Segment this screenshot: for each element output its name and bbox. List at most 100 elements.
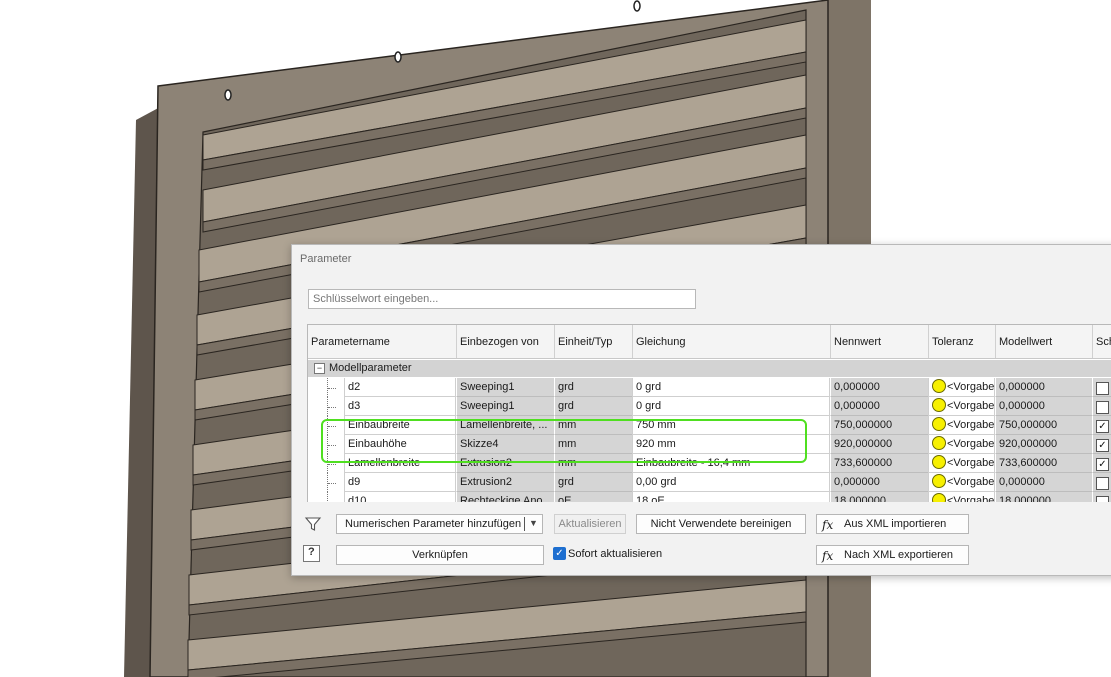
equation-cell[interactable]: 0 grd: [632, 397, 830, 416]
immediate-update-checkbox[interactable]: ✓: [553, 547, 566, 560]
model-cell: 0,000000: [995, 473, 1092, 492]
used-by-cell: Extrusion2: [456, 473, 554, 492]
nominal-cell: 0,000000: [830, 473, 928, 492]
column-header-unit[interactable]: Einheit/Typ: [554, 325, 632, 358]
nominal-cell: 750,000000: [830, 416, 928, 435]
tolerance-cell[interactable]: <Vorgabe: [928, 435, 995, 454]
export-checkbox[interactable]: ✓: [1096, 439, 1109, 452]
tree-branch: [328, 388, 336, 389]
nominal-cell: 0,000000: [830, 378, 928, 397]
add-numeric-parameter-label: Numerischen Parameter hinzufügen: [345, 518, 522, 530]
table-row[interactable]: d10 Rechteckige Ano... oE 18 oE 18,000000 <Vo…: [308, 492, 1111, 502]
tolerance-value: <Vorgabe: [947, 457, 995, 469]
tolerance-dot-icon: [932, 417, 946, 432]
export-checkbox[interactable]: ✓: [1096, 458, 1109, 471]
name-cell[interactable]: Lamellenbreite: [344, 454, 456, 473]
column-header-nominal[interactable]: Nennwert: [830, 325, 928, 358]
export-cell[interactable]: [1092, 492, 1111, 502]
help-button[interactable]: ?: [303, 545, 320, 562]
help-icon: ?: [308, 546, 315, 558]
column-header-export[interactable]: Sch: [1092, 325, 1111, 358]
filter-icon: [304, 517, 322, 531]
group-row-model-parameters[interactable]: − Modellparameter: [308, 360, 1111, 377]
export-xml-button[interactable]: fx Nach XML exportieren: [816, 545, 969, 565]
tolerance-cell[interactable]: <Vorgabe: [928, 473, 995, 492]
tolerance-value: <Vorgabe: [947, 419, 995, 431]
name-cell[interactable]: Einbauhöhe: [344, 435, 456, 454]
model-cell: 920,000000: [995, 435, 1092, 454]
chevron-down-icon[interactable]: ▼: [529, 514, 538, 532]
unit-cell: grd: [554, 378, 632, 397]
tree-line: [327, 492, 328, 502]
import-xml-button[interactable]: fx Aus XML importieren: [816, 514, 969, 534]
nominal-cell: 920,000000: [830, 435, 928, 454]
purge-unused-button[interactable]: Nicht Verwendete bereinigen: [636, 514, 806, 534]
tolerance-cell[interactable]: <Vorgabe: [928, 378, 995, 397]
tree-branch: [328, 445, 336, 446]
column-header-model-value[interactable]: Modellwert: [995, 325, 1092, 358]
import-xml-label: Aus XML importieren: [844, 518, 947, 530]
tolerance-dot-icon: [932, 455, 946, 470]
table-row[interactable]: Einbaubreite Lamellenbreite, ... mm 750 mm 7…: [308, 416, 1111, 435]
link-button[interactable]: Verknüpfen: [336, 545, 544, 565]
export-cell[interactable]: ✓: [1092, 454, 1111, 473]
tolerance-cell[interactable]: <Vorgabe: [928, 416, 995, 435]
column-header-tolerance[interactable]: Toleranz: [928, 325, 995, 358]
equation-cell[interactable]: 750 mm: [632, 416, 830, 435]
name-cell[interactable]: d10: [344, 492, 456, 502]
table-row[interactable]: d9 Extrusion2 grd 0,00 grd 0,000000 <Vorgabe 0…: [308, 473, 1111, 492]
collapse-icon[interactable]: −: [314, 363, 325, 374]
column-header-used-by[interactable]: Einbezogen von: [456, 325, 554, 358]
table-row[interactable]: d2 Sweeping1 grd 0 grd 0,000000 <Vorgabe 0,000…: [308, 378, 1111, 397]
name-cell[interactable]: d9: [344, 473, 456, 492]
export-checkbox[interactable]: [1096, 477, 1109, 490]
export-cell[interactable]: [1092, 397, 1111, 416]
tolerance-value: <Vorgabe: [947, 476, 995, 488]
tolerance-cell[interactable]: <Vorgabe: [928, 454, 995, 473]
export-checkbox[interactable]: [1096, 401, 1109, 414]
add-numeric-parameter-button[interactable]: Numerischen Parameter hinzufügen ▼: [336, 514, 543, 534]
unit-cell: grd: [554, 397, 632, 416]
search-input[interactable]: [308, 289, 696, 309]
equation-cell[interactable]: 0 grd: [632, 378, 830, 397]
model-cell: 733,600000: [995, 454, 1092, 473]
table-row[interactable]: d3 Sweeping1 grd 0 grd 0,000000 <Vorgabe 0,000…: [308, 397, 1111, 416]
equation-cell[interactable]: 0,00 grd: [632, 473, 830, 492]
nominal-cell: 18,000000: [830, 492, 928, 502]
unit-cell: oE: [554, 492, 632, 502]
tree-branch: [328, 426, 336, 427]
export-cell[interactable]: [1092, 378, 1111, 397]
filter-button[interactable]: [303, 514, 323, 534]
equation-cell[interactable]: 920 mm: [632, 435, 830, 454]
mounting-hole: [633, 0, 641, 12]
column-header-equation[interactable]: Gleichung: [632, 325, 830, 358]
export-checkbox[interactable]: [1096, 382, 1109, 395]
used-by-cell: Lamellenbreite, ...: [456, 416, 554, 435]
tolerance-cell[interactable]: <Vorgabe: [928, 492, 995, 502]
model-cell: 18,000000: [995, 492, 1092, 502]
export-cell[interactable]: ✓: [1092, 435, 1111, 454]
immediate-update-label: Sofort aktualisieren: [568, 548, 663, 560]
tolerance-dot-icon: [932, 436, 946, 451]
update-button[interactable]: Aktualisieren: [554, 514, 626, 534]
export-cell[interactable]: ✓: [1092, 416, 1111, 435]
tree-branch: [328, 464, 336, 465]
table-row[interactable]: Lamellenbreite Extrusion2 mm Einbaubreite -…: [308, 454, 1111, 473]
equation-cell[interactable]: Einbaubreite - 16,4 mm: [632, 454, 830, 473]
name-cell[interactable]: Einbaubreite: [344, 416, 456, 435]
name-cell[interactable]: d2: [344, 378, 456, 397]
unit-cell: mm: [554, 435, 632, 454]
name-cell[interactable]: d3: [344, 397, 456, 416]
table-row[interactable]: Einbauhöhe Skizze4 mm 920 mm 920,000000 <Vorg…: [308, 435, 1111, 454]
export-cell[interactable]: [1092, 473, 1111, 492]
parameter-table: Parametername Einbezogen von Einheit/Typ…: [307, 324, 1111, 502]
export-checkbox[interactable]: [1096, 496, 1109, 502]
column-header-name[interactable]: Parametername: [308, 325, 456, 358]
unit-cell: grd: [554, 473, 632, 492]
tolerance-cell[interactable]: <Vorgabe: [928, 397, 995, 416]
equation-cell[interactable]: 18 oE: [632, 492, 830, 502]
export-checkbox[interactable]: ✓: [1096, 420, 1109, 433]
tolerance-value: <Vorgabe: [947, 381, 995, 393]
used-by-cell: Extrusion2: [456, 454, 554, 473]
used-by-cell: Sweeping1: [456, 378, 554, 397]
